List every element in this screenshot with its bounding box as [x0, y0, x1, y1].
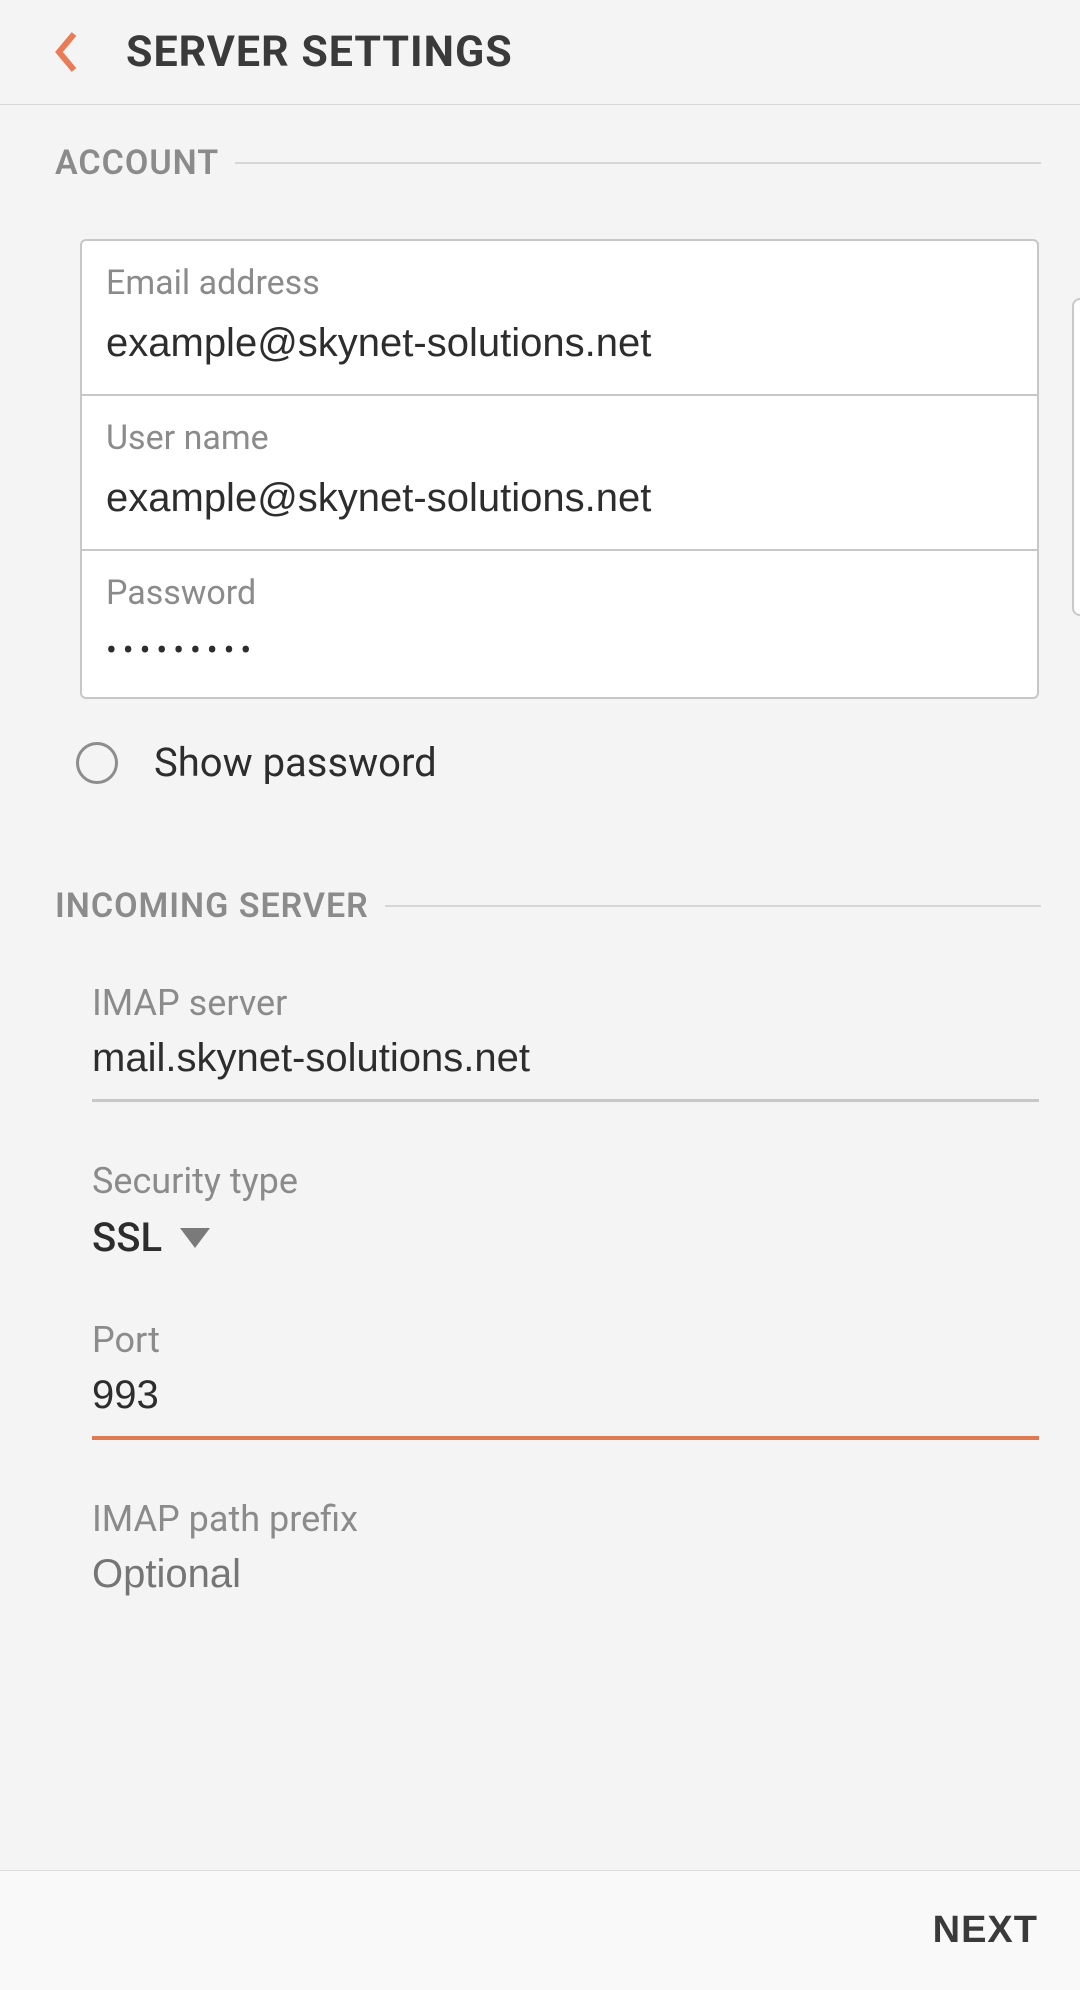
- port-field[interactable]: [92, 1373, 1039, 1440]
- imap-path-prefix-label: IMAP path prefix: [92, 1498, 1039, 1540]
- email-label: Email address: [106, 263, 1013, 303]
- show-password-checkbox[interactable]: [76, 742, 118, 784]
- chevron-down-icon: [180, 1228, 210, 1248]
- imap-path-prefix-field[interactable]: [92, 1552, 1039, 1597]
- username-row[interactable]: User name: [82, 396, 1037, 551]
- username-field[interactable]: [106, 476, 1013, 521]
- show-password-label: Show password: [154, 739, 437, 786]
- content-area: ACCOUNT Email address User name Password…: [0, 105, 1080, 1597]
- next-button[interactable]: NEXT: [933, 1909, 1038, 1952]
- account-box: Email address User name Password •••••••…: [80, 239, 1039, 699]
- port-label: Port: [92, 1319, 1039, 1361]
- section-heading-account-text: ACCOUNT: [55, 143, 219, 183]
- section-heading-incoming: INCOMING SERVER: [55, 886, 1041, 926]
- imap-server-label: IMAP server: [92, 982, 1039, 1024]
- back-icon[interactable]: [52, 27, 82, 77]
- scroll-edge-indicator: [1072, 298, 1080, 616]
- imap-server-field[interactable]: [92, 1036, 1039, 1102]
- security-type-block: Security type SSL: [92, 1160, 1039, 1261]
- section-heading-divider: [235, 162, 1041, 164]
- port-block: Port: [92, 1319, 1039, 1440]
- footer-bar: NEXT: [0, 1870, 1080, 1990]
- security-type-value: SSL: [92, 1214, 162, 1261]
- imap-server-block: IMAP server: [92, 982, 1039, 1102]
- security-type-label: Security type: [92, 1160, 1039, 1202]
- section-heading-account: ACCOUNT: [55, 143, 1041, 183]
- security-type-dropdown[interactable]: SSL: [92, 1214, 1039, 1261]
- email-row[interactable]: Email address: [82, 241, 1037, 396]
- password-field[interactable]: •••••••••: [106, 631, 1013, 669]
- imap-path-prefix-block: IMAP path prefix: [92, 1498, 1039, 1597]
- app-header: SERVER SETTINGS: [0, 0, 1080, 105]
- password-label: Password: [106, 573, 1013, 613]
- show-password-toggle[interactable]: Show password: [76, 739, 1080, 786]
- username-label: User name: [106, 418, 1013, 458]
- password-row[interactable]: Password •••••••••: [82, 551, 1037, 697]
- email-field[interactable]: [106, 321, 1013, 366]
- section-heading-incoming-text: INCOMING SERVER: [55, 886, 369, 926]
- page-title: SERVER SETTINGS: [126, 27, 513, 77]
- section-heading-divider: [385, 905, 1041, 907]
